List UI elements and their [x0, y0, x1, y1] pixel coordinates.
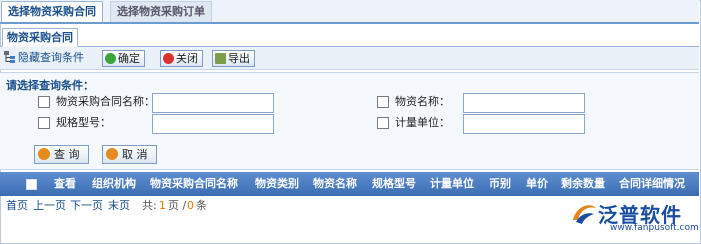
- section-tab-bar: 物资采购合同: [0, 28, 699, 47]
- confirm-button[interactable]: 确定: [102, 50, 145, 67]
- brand-logo: 泛普软件 www.fanpusoft.com: [570, 196, 699, 236]
- pager-record-count: 0: [187, 199, 194, 212]
- material-name-input[interactable]: [463, 93, 585, 113]
- pager-next[interactable]: 下一页: [70, 197, 103, 215]
- column-header-contract-name[interactable]: 物资采购合同名称: [150, 172, 238, 196]
- close-label: 关闭: [176, 52, 198, 65]
- query-row-1: 物资采购合同名称： 物资名称：: [0, 93, 699, 113]
- unit-input[interactable]: [463, 114, 585, 134]
- section-tab-contract[interactable]: 物资采购合同: [2, 28, 78, 47]
- export-button[interactable]: 导出: [212, 50, 255, 67]
- toolbar: 隐藏查询条件 确定 关闭 导出: [0, 47, 699, 70]
- logo-mark-icon: [573, 205, 596, 224]
- contract-name-label: 物资采购合同名称：: [56, 95, 155, 108]
- unit-checkbox[interactable]: [377, 117, 389, 129]
- close-button[interactable]: 关闭: [160, 50, 203, 67]
- column-header-unit[interactable]: 计量单位: [430, 172, 474, 196]
- select-all-checkbox[interactable]: [26, 179, 37, 190]
- toggle-query-label: 隐藏查询条件: [18, 51, 84, 64]
- contract-name-input[interactable]: [152, 93, 274, 113]
- filter-tree-icon: [4, 51, 15, 63]
- cancel-label: 取 消: [122, 148, 148, 161]
- material-name-label: 物资名称：: [395, 95, 450, 108]
- top-tab-bar: 选择物资采购合同 选择物资采购订单: [0, 0, 699, 24]
- pager-last[interactable]: 末页: [108, 197, 130, 215]
- pager-prev[interactable]: 上一页: [33, 197, 66, 215]
- column-header-unit-price[interactable]: 单价: [526, 172, 548, 196]
- tab-select-contract[interactable]: 选择物资采购合同: [1, 1, 103, 22]
- search-button[interactable]: 查 询: [34, 145, 89, 164]
- pager-page-count: 1: [159, 199, 166, 212]
- column-header-contract-details[interactable]: 合同详细情况: [619, 172, 685, 196]
- tab-select-order[interactable]: 选择物资采购订单: [110, 1, 212, 22]
- toggle-query-link[interactable]: 隐藏查询条件: [4, 51, 84, 65]
- logo-url: www.fanpusoft.com: [610, 223, 699, 233]
- unit-label: 计量单位：: [395, 116, 450, 129]
- grid-header: 查看 组织机构 物资采购合同名称 物资类别 物资名称 规格型号 计量单位 币别 …: [0, 172, 699, 196]
- query-title: 请选择查询条件：: [6, 79, 94, 92]
- column-header-view[interactable]: 查看: [54, 172, 76, 196]
- confirm-label: 确定: [118, 52, 140, 65]
- query-panel: 请选择查询条件： 物资采购合同名称： 物资名称： 规格型号： 计量单位： 查 询…: [0, 72, 699, 170]
- search-label: 查 询: [54, 148, 80, 161]
- spec-model-input[interactable]: [152, 114, 274, 134]
- column-header-remaining-qty[interactable]: 剩余数量: [561, 172, 605, 196]
- search-icon: [38, 148, 50, 160]
- material-name-checkbox[interactable]: [377, 96, 389, 108]
- pager-total-prefix: 共:: [142, 199, 157, 212]
- column-header-organization[interactable]: 组织机构: [92, 172, 136, 196]
- column-header-material-name[interactable]: 物资名称: [313, 172, 357, 196]
- pager-record-suffix: 条: [196, 199, 207, 212]
- spec-model-label: 规格型号：: [56, 116, 111, 129]
- export-label: 导出: [228, 52, 250, 65]
- spec-model-checkbox[interactable]: [38, 117, 50, 129]
- contract-name-checkbox[interactable]: [38, 96, 50, 108]
- cancel-icon: [106, 148, 118, 160]
- check-icon: [105, 53, 116, 64]
- cancel-button[interactable]: 取 消: [102, 145, 157, 164]
- close-icon: [163, 53, 174, 64]
- export-icon: [215, 53, 226, 64]
- column-header-spec-model[interactable]: 规格型号: [372, 172, 416, 196]
- column-header-material-category[interactable]: 物资类别: [255, 172, 299, 196]
- pager-first[interactable]: 首页: [6, 197, 28, 215]
- pager-page-suffix: 页 /: [168, 199, 187, 212]
- column-header-currency[interactable]: 币别: [489, 172, 511, 196]
- query-row-2: 规格型号： 计量单位：: [0, 114, 699, 134]
